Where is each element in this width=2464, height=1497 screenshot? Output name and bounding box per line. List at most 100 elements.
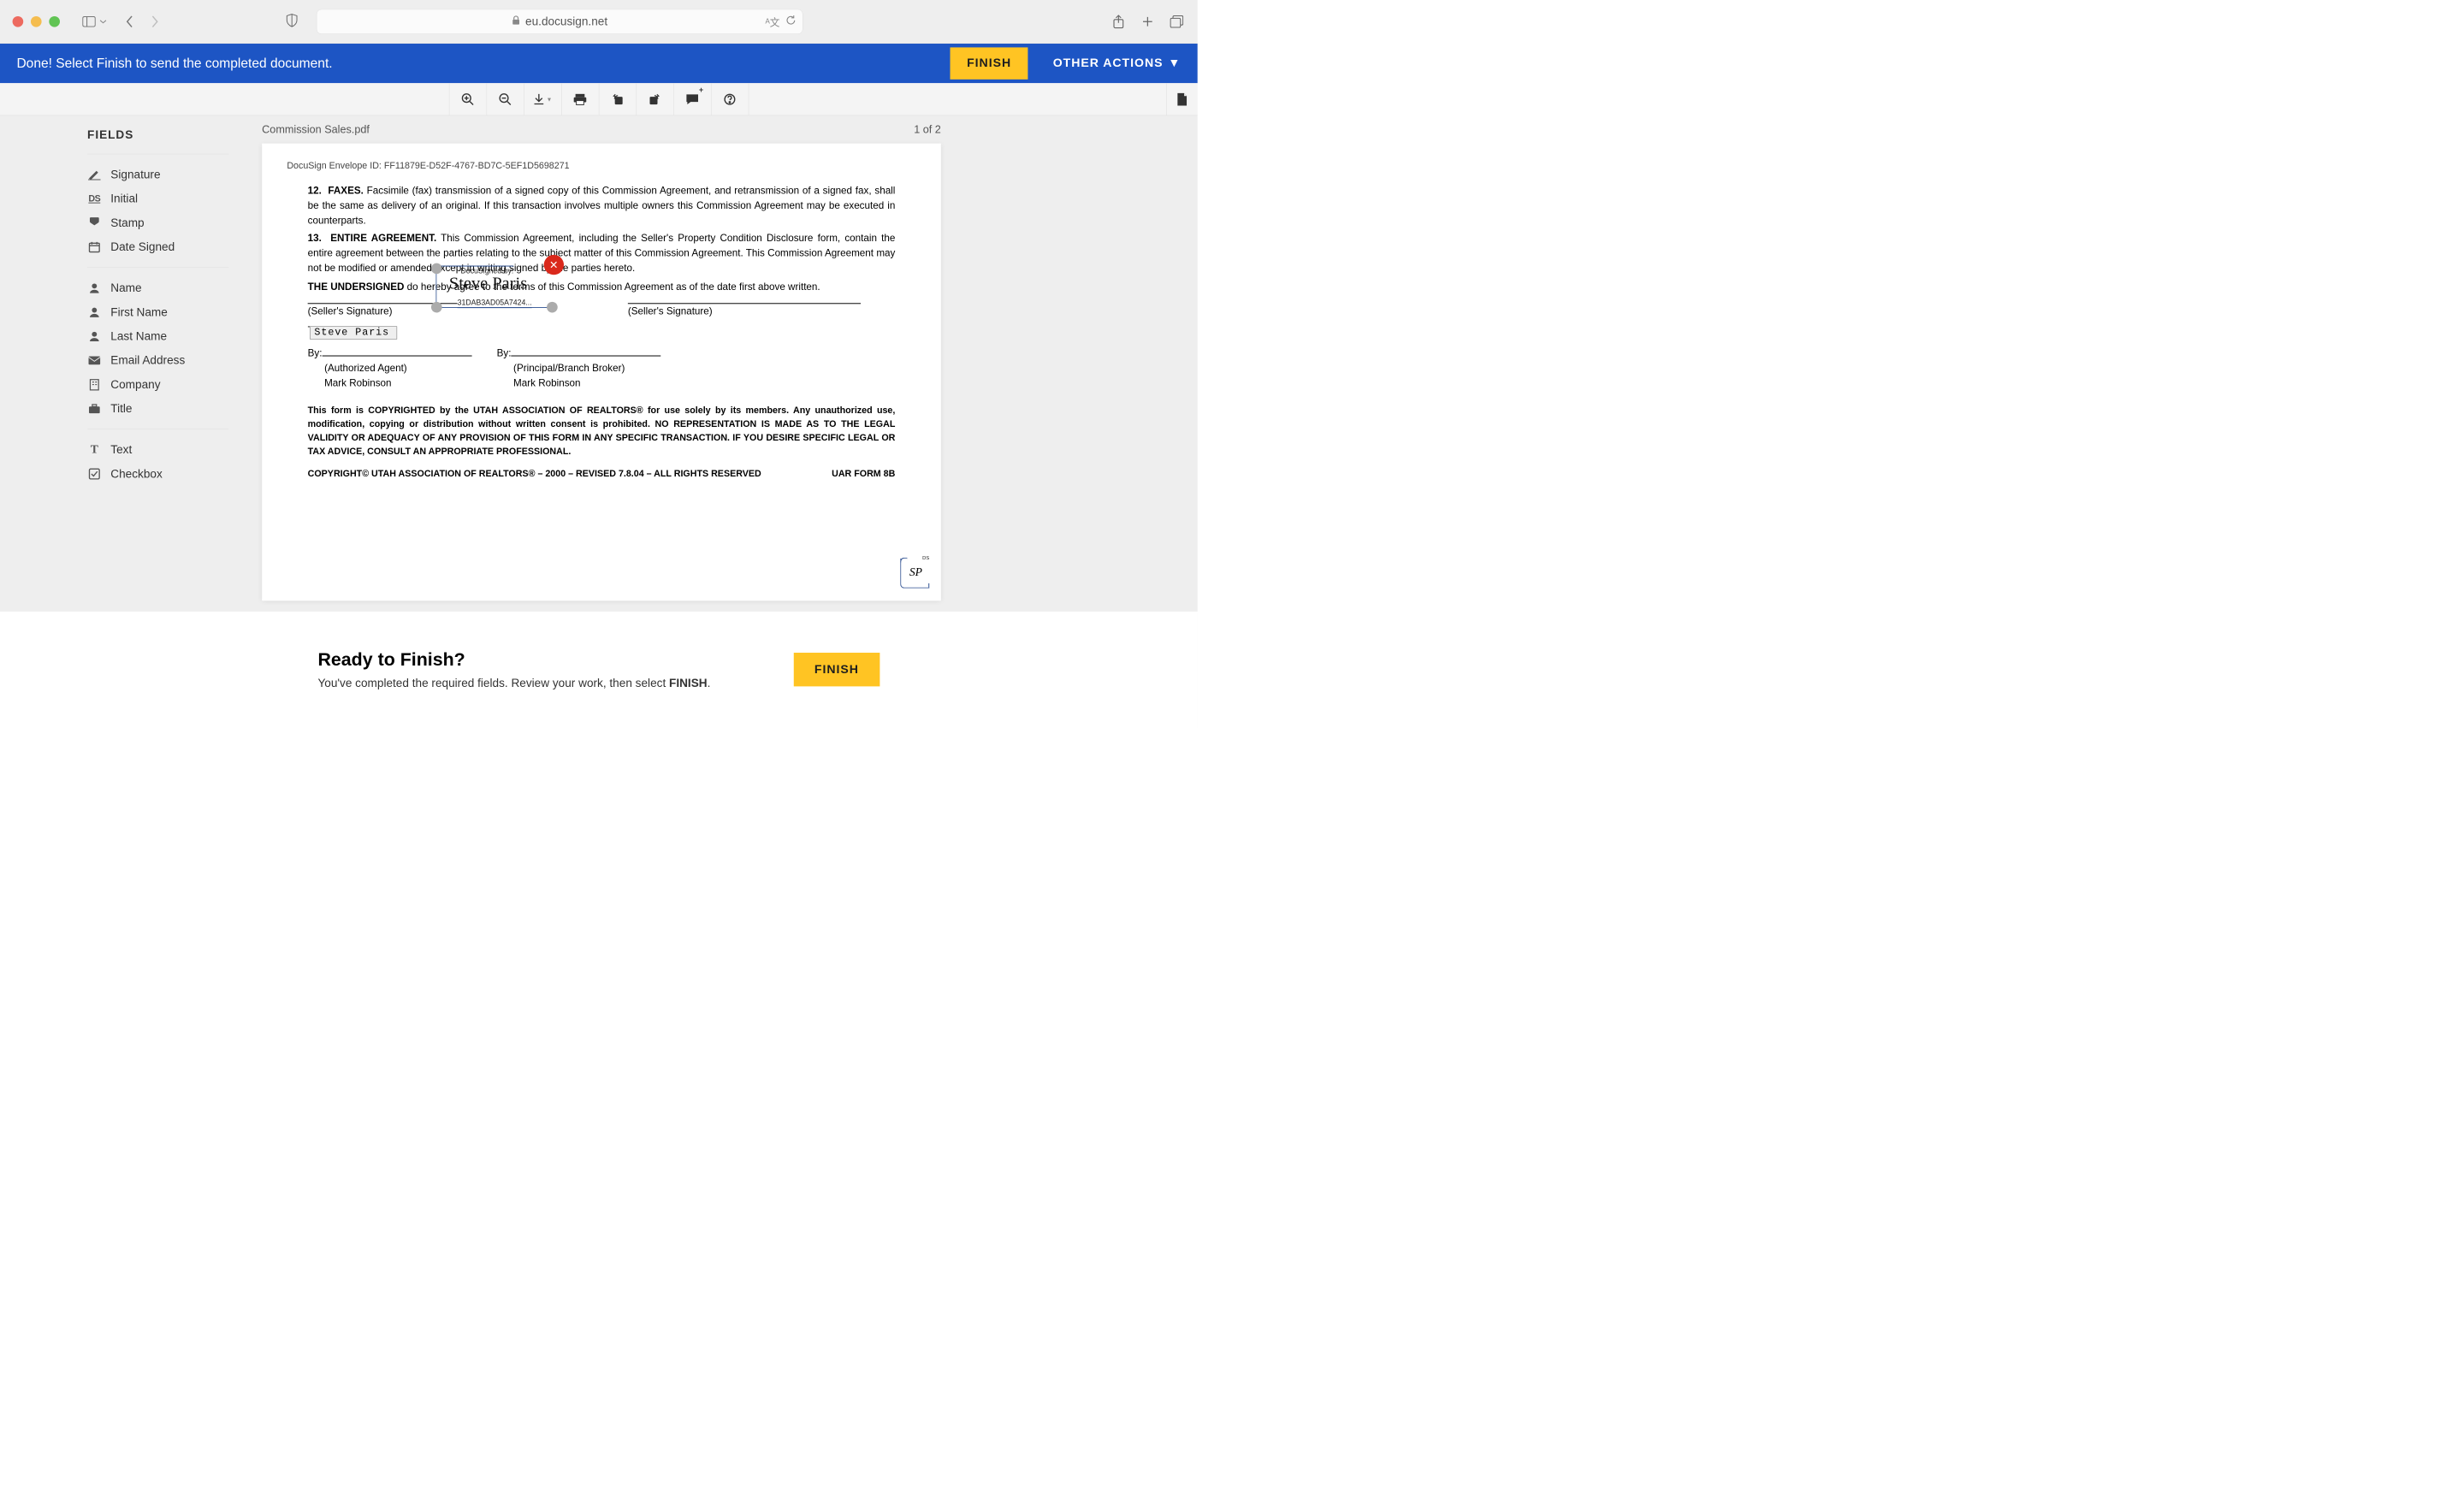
- seller-signature-2-label: (Seller's Signature): [628, 304, 861, 318]
- rotate-right-button[interactable]: [637, 83, 674, 115]
- initial-icon: DS: [87, 192, 102, 206]
- first-name-icon: [87, 305, 102, 320]
- principal-broker-label: (Principal/Branch Broker): [513, 361, 660, 376]
- caret-down-icon: ▼: [1168, 56, 1181, 70]
- other-actions-dropdown[interactable]: OTHER ACTIONS ▼: [1053, 56, 1182, 70]
- help-button[interactable]: [711, 83, 749, 115]
- translate-icon[interactable]: ᴬ文: [765, 15, 779, 29]
- stamp-icon: [87, 216, 102, 230]
- close-window-button[interactable]: [13, 16, 24, 27]
- signature-icon: [87, 168, 102, 182]
- forward-button[interactable]: [146, 14, 163, 30]
- field-label: Name: [110, 281, 141, 295]
- agent-name-2: Mark Robinson: [513, 376, 660, 390]
- field-label: Text: [110, 443, 132, 457]
- zoom-out-button[interactable]: [487, 83, 524, 115]
- resize-handle-icon[interactable]: [547, 302, 558, 313]
- finish-button-large[interactable]: FINISH: [794, 653, 880, 686]
- last-name-icon: [87, 329, 102, 344]
- signature-field[interactable]: DocuSigned by: Steve Paris 31DAB3AD05A74…: [435, 267, 552, 309]
- status-banner: Done! Select Finish to send the complete…: [0, 44, 1198, 83]
- signature-hash: 31DAB3AD05A7424...: [458, 299, 532, 308]
- zoom-in-button[interactable]: [449, 83, 487, 115]
- other-actions-label: OTHER ACTIONS: [1053, 56, 1164, 70]
- resize-handle-icon[interactable]: [431, 263, 442, 275]
- fields-sidebar: FIELDS Signature DS Initial Stamp Date Signe…: [0, 115, 253, 611]
- finish-panel: Ready to Finish? You've completed the re…: [0, 611, 1198, 727]
- document-filename: Commission Sales.pdf: [262, 123, 370, 136]
- field-name[interactable]: Name: [87, 276, 228, 300]
- field-text[interactable]: T Text: [87, 438, 228, 462]
- sidebar-toggle-icon[interactable]: [80, 14, 97, 30]
- field-stamp[interactable]: Stamp: [87, 210, 228, 234]
- initials-stamp[interactable]: DS SP: [900, 559, 928, 589]
- url-bar[interactable]: eu.docusign.net ᴬ文: [317, 9, 803, 34]
- back-button[interactable]: [121, 14, 138, 30]
- document-page[interactable]: DocuSign Envelope ID: FF11879E-D52F-4767…: [262, 144, 941, 601]
- lock-icon: [512, 15, 520, 28]
- field-label: Signature: [110, 168, 160, 181]
- by-label-2: By:: [497, 347, 512, 358]
- share-icon[interactable]: [1111, 14, 1127, 30]
- field-initial[interactable]: DS Initial: [87, 186, 228, 210]
- footer-right: UAR FORM 8B: [832, 466, 895, 480]
- paragraph-12: 12. FAXES. Facsimile (fax) transmission …: [308, 183, 896, 228]
- maximize-window-button[interactable]: [49, 16, 60, 27]
- copyright-block: This form is COPYRIGHTED by the UTAH ASS…: [308, 403, 896, 458]
- field-last-name[interactable]: Last Name: [87, 324, 228, 348]
- email-address-icon: [87, 353, 102, 368]
- signature-script: Steve Paris: [449, 273, 548, 293]
- field-email-address[interactable]: Email Address: [87, 348, 228, 372]
- field-company[interactable]: Company: [87, 372, 228, 396]
- refresh-icon[interactable]: [785, 15, 797, 29]
- rotate-left-button[interactable]: [599, 83, 637, 115]
- document-viewer: Commission Sales.pdf 1 of 2 DocuSign Env…: [253, 115, 1197, 611]
- sidebar-title: FIELDS: [87, 128, 228, 142]
- tabs-overview-icon[interactable]: [1169, 14, 1185, 30]
- company-icon: [87, 377, 102, 392]
- by-label-1: By:: [308, 347, 323, 358]
- date-signed-icon: [87, 240, 102, 254]
- chevron-down-icon[interactable]: [98, 14, 110, 30]
- field-label: Initial: [110, 192, 138, 206]
- initials-ds-label: DS: [922, 555, 929, 561]
- footer-left: COPYRIGHT© UTAH ASSOCIATION OF REALTORS®…: [308, 466, 761, 480]
- field-label: Checkbox: [110, 467, 163, 481]
- download-button[interactable]: ▼: [524, 83, 562, 115]
- field-date-signed[interactable]: Date Signed: [87, 235, 228, 259]
- initials-text: SP: [909, 565, 922, 579]
- name-field[interactable]: Steve Paris: [310, 327, 397, 340]
- field-label: Last Name: [110, 329, 167, 343]
- field-title[interactable]: Title: [87, 397, 228, 421]
- traffic-lights: [13, 16, 60, 27]
- agent-name-1: Mark Robinson: [324, 376, 471, 390]
- ready-heading: Ready to Finish?: [317, 649, 710, 670]
- print-button[interactable]: [561, 83, 599, 115]
- docusigned-by-label: DocuSigned by:: [458, 266, 514, 275]
- field-label: Stamp: [110, 216, 144, 230]
- new-tab-icon[interactable]: [1140, 14, 1156, 30]
- field-first-name[interactable]: First Name: [87, 300, 228, 324]
- page-thumbnails-button[interactable]: [1166, 83, 1197, 115]
- resize-handle-icon[interactable]: [431, 302, 442, 313]
- document-toolbar: ▼ +: [0, 83, 1198, 115]
- field-label: First Name: [110, 305, 168, 319]
- name-icon: [87, 281, 102, 296]
- comment-button[interactable]: +: [674, 83, 712, 115]
- field-label: Company: [110, 378, 160, 392]
- remove-signature-button[interactable]: ✕: [544, 255, 564, 275]
- field-signature[interactable]: Signature: [87, 163, 228, 186]
- finish-button[interactable]: FINISH: [951, 47, 1028, 79]
- field-checkbox[interactable]: Checkbox: [87, 462, 228, 486]
- undersigned-line: THE UNDERSIGNED do hereby agree to the t…: [308, 280, 896, 294]
- browser-chrome: eu.docusign.net ᴬ文: [0, 0, 1198, 44]
- text-icon: T: [87, 443, 102, 458]
- url-text: eu.docusign.net: [525, 15, 607, 28]
- page-indicator: 1 of 2: [914, 123, 941, 136]
- banner-message: Done! Select Finish to send the complete…: [16, 56, 950, 71]
- field-label: Title: [110, 402, 132, 416]
- privacy-shield-icon[interactable]: [286, 13, 299, 30]
- authorized-agent-label: (Authorized Agent): [324, 361, 471, 376]
- ready-subtext: You've completed the required fields. Re…: [317, 677, 710, 690]
- minimize-window-button[interactable]: [31, 16, 42, 27]
